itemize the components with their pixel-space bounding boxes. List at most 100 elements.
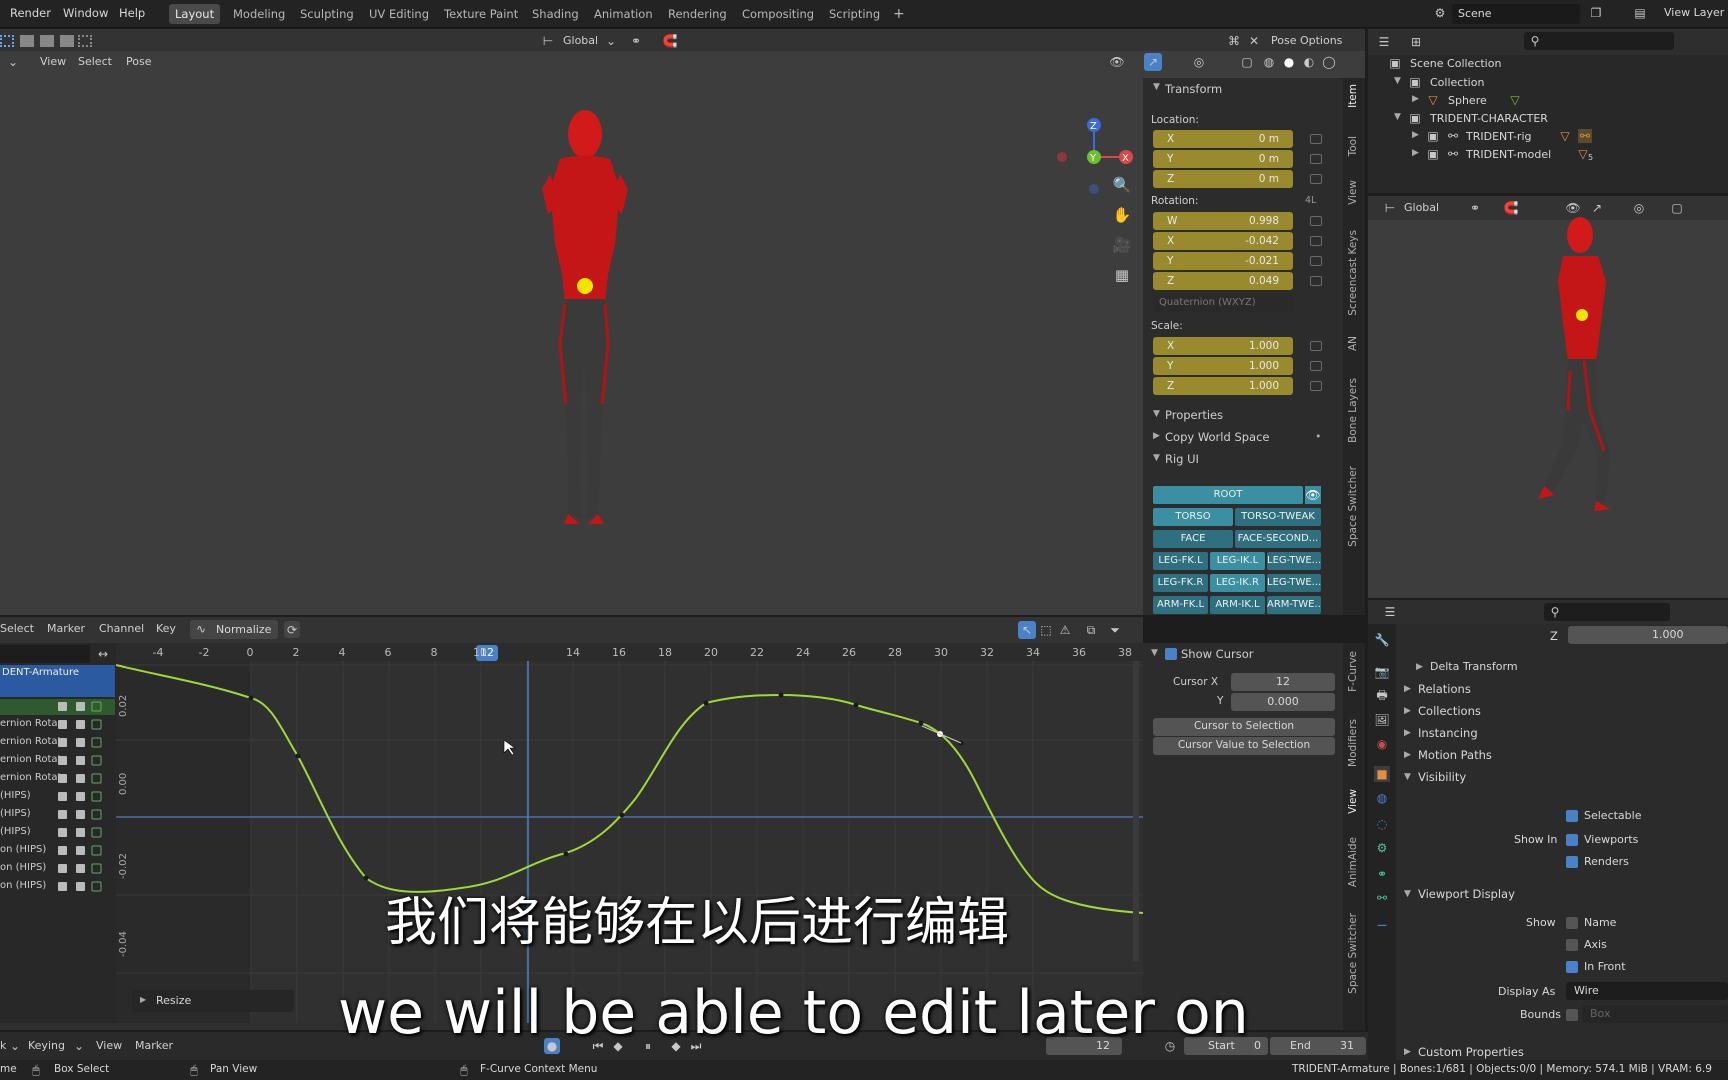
data-icon[interactable]: ⚯ [1374,890,1390,906]
orientation-icon[interactable]: ⊢ [1382,200,1398,216]
select-invert-icon[interactable] [60,35,74,47]
preview-orientation-dropdown[interactable]: Global [1404,201,1439,214]
location-z-field[interactable]: Z0 m [1153,170,1293,188]
timeline-keying-menu[interactable]: Keying [28,1039,65,1052]
output-icon[interactable]: 🖶 [1374,688,1390,704]
graph-menu-channel[interactable]: Channel [99,622,144,635]
timeline-view-menu[interactable]: View [96,1039,122,1052]
orientation-dropdown[interactable]: Global [563,34,598,47]
rotation-w-field[interactable]: W 0.998 [1153,212,1293,230]
channel-armature[interactable]: DENT-Armature [0,665,115,681]
gizmo-neg-z[interactable] [1089,184,1099,194]
collapse-icon[interactable]: ▼ [1394,112,1401,122]
view-layer-name[interactable]: View Layer [1664,6,1724,19]
rig-torso-tweak-button[interactable]: TORSO-TWEAK [1235,508,1321,526]
lock-icon[interactable] [1310,236,1322,246]
collapse-icon[interactable]: ▼ [1394,76,1401,86]
expand-icon[interactable]: ▶ [1412,94,1419,104]
overlay-icon[interactable]: ◎ [1630,200,1648,216]
filter-icon[interactable]: ⏷ [1106,621,1124,639]
rig-arm-ik-l-button[interactable]: ARM-IK.L [1210,596,1265,614]
tab-scripting[interactable]: Scripting [823,4,886,24]
rig-leg-ik-r-button[interactable]: LEG-IK.R [1210,574,1265,592]
transform-header[interactable]: Transform [1165,82,1222,96]
dots-icon[interactable]: • [1315,430,1322,443]
outliner-search-input[interactable]: ⚲ [1524,32,1674,50]
show-cursor-checkbox[interactable] [1165,648,1177,660]
properties-header[interactable]: Properties [1165,408,1223,422]
relations-panel[interactable]: Relations [1418,682,1471,696]
tab-layout[interactable]: Layout [169,4,221,24]
name-checkbox[interactable] [1566,917,1578,929]
instancing-panel[interactable]: Instancing [1418,726,1478,740]
collapse-icon[interactable]: ▼ [1151,648,1158,658]
character-model[interactable] [520,104,650,544]
lock-icon[interactable] [1310,276,1322,286]
menu-window[interactable]: Window [63,6,108,20]
copy-icon[interactable]: ❐ [1588,5,1604,21]
rig-arm-tweak-l-button[interactable]: ARM-TWE... [1267,596,1321,614]
visibility-icon[interactable]: 👁 [1108,53,1126,71]
menu-help[interactable]: Help [119,6,145,20]
warning-icon[interactable]: ⚠ [1056,621,1074,639]
refresh-icon[interactable]: ⟳ [284,621,300,638]
snap-icon[interactable]: 🧲 [660,33,680,49]
tab-space-switcher[interactable]: Space Switcher [1347,913,1365,994]
rig-leg-fk-r-button[interactable]: LEG-FK.R [1153,574,1208,592]
collapse-icon[interactable]: ▼ [1153,453,1160,463]
scale-z-field[interactable]: 1.000 [1568,626,1728,644]
tab-view[interactable]: View [1347,789,1365,814]
scale-x-field[interactable]: X 1.000 [1153,337,1293,355]
graph-menu-marker[interactable]: Marker [47,622,85,635]
menu-render[interactable]: Render [10,6,51,20]
tab-space-switcher[interactable]: Space Switcher [1347,466,1365,547]
rig-torso-button[interactable]: TORSO [1153,508,1233,526]
graph-menu-select[interactable]: Select [0,622,34,635]
editor-type-icon[interactable]: ☰ [1382,604,1398,620]
pose-options-dropdown[interactable]: Pose Options [1271,34,1342,47]
overlay-icon[interactable]: ◎ [1190,53,1208,71]
tab-animation[interactable]: Animation [588,4,659,24]
expand-icon[interactable]: ▶ [1153,431,1160,441]
select-box-icon[interactable] [0,35,14,47]
tab-tool[interactable]: Tool [1347,136,1365,156]
xray-icon[interactable]: ▢ [1238,53,1256,71]
collapse-icon[interactable]: ▼ [1153,82,1160,92]
transform-gizmo-icon[interactable]: ⌘ [1226,33,1242,49]
wireframe-shading-icon[interactable]: ◍ [1260,53,1278,71]
cursor-to-selection-button[interactable]: Cursor to Selection [1153,718,1335,736]
channel-search-input[interactable] [0,645,90,663]
modifier-icon[interactable]: ◍ [1374,790,1390,806]
graph-menu-key[interactable]: Key [156,622,176,635]
lock-icon[interactable] [1310,134,1322,144]
particles-icon[interactable]: ◌ [1374,816,1390,832]
select-intersect-icon[interactable] [78,35,92,47]
outliner-collection[interactable]: Collection [1430,76,1484,89]
display-as-dropdown[interactable]: Wire [1566,982,1728,1000]
timeline-marker-menu[interactable]: Marker [135,1039,173,1052]
rotation-y-field[interactable]: Y -0.021 [1153,252,1293,270]
physics-icon[interactable]: ⚙ [1374,840,1390,856]
custom-properties-panel[interactable]: Custom Properties [1418,1045,1524,1059]
collapse-icon[interactable]: ▼ [1404,889,1411,899]
menu-view[interactable]: View [40,55,66,68]
tab-an[interactable]: AN [1347,336,1365,351]
lock-icon[interactable] [1310,256,1322,266]
tab-texture-paint[interactable]: Texture Paint [438,4,524,24]
timeline-playback-menu[interactable]: k [0,1039,6,1052]
chevron-down-icon[interactable]: ⌄ [606,33,616,49]
outliner-scene-collection[interactable]: Scene Collection [1410,57,1501,70]
rotation-lock-4l[interactable]: 4L [1305,195,1316,206]
outliner-sphere[interactable]: Sphere [1448,94,1487,107]
camera-icon[interactable]: 🎥 [1111,234,1133,256]
rotation-mode-dropdown[interactable]: Quaternion (WXYZ) [1153,294,1293,312]
outliner-trident-rig[interactable]: TRIDENT-rig [1466,130,1532,143]
vertical-scrollbar[interactable] [1133,661,1139,961]
selectable-checkbox[interactable] [1566,810,1578,822]
render-icon[interactable]: 📷 [1374,664,1390,680]
channel-search[interactable]: ↔ [0,645,116,663]
end-frame-field[interactable]: End 31 [1270,1037,1366,1055]
root-bone-marker[interactable] [577,278,593,294]
outliner-trident-model[interactable]: TRIDENT-model [1466,148,1551,161]
tool-icon[interactable]: 🔧 [1374,632,1390,648]
